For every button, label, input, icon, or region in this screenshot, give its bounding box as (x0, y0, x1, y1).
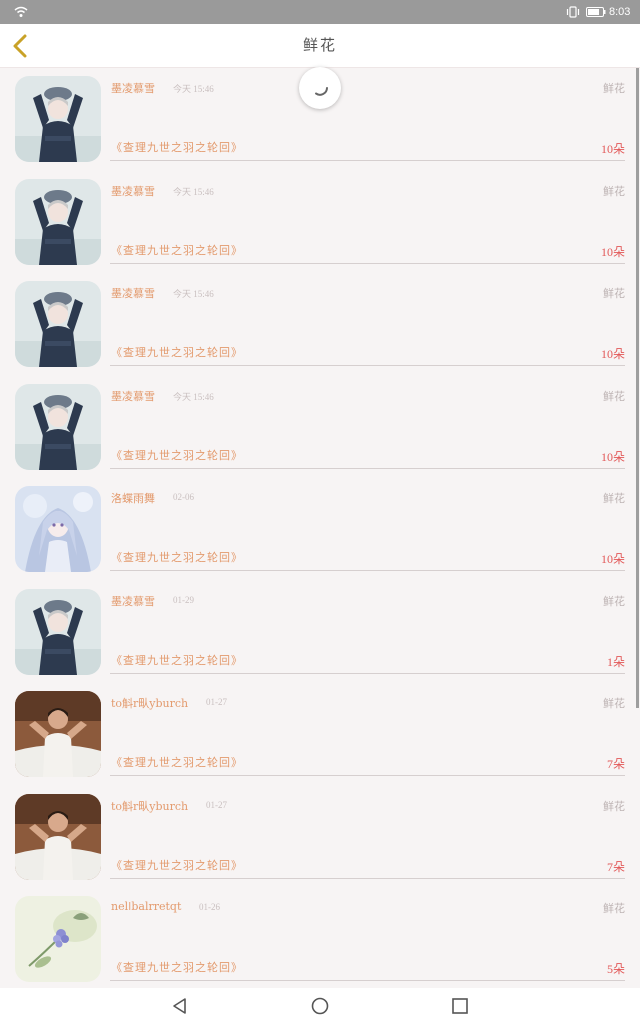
gift-time: 今天 15:46 (173, 392, 214, 402)
gift-record-row[interactable]: to斛r㽗yburch 01-27 鲜花《查理九世之羽之轮回》 7朵 (0, 683, 640, 785)
gift-time: 今天 15:46 (173, 84, 214, 94)
username[interactable]: 墨凌慕雪 (111, 183, 155, 199)
clock: 8:03 (609, 6, 631, 18)
book-title[interactable]: 《查理九世之羽之轮回》 (111, 447, 243, 463)
book-title[interactable]: 《查理九世之羽之轮回》 (111, 959, 243, 975)
flower-count: 10朵 (600, 142, 625, 156)
gift-record-row[interactable]: 洛蝶雨舞 02-06 鲜花《查理九世之羽之轮回》 10朵 (0, 478, 640, 580)
gift-record-row[interactable]: 墨凌慕雪 01-29 鲜花《查理九世之羽之轮回》 1朵 (0, 581, 640, 683)
flower-count: 7朵 (606, 757, 625, 771)
flower-count: 10朵 (600, 450, 625, 464)
loading-spinner (299, 67, 341, 109)
flower-count: 10朵 (600, 245, 625, 259)
gift-time: 今天 15:46 (173, 289, 214, 299)
gift-time: 今天 15:46 (173, 187, 214, 197)
gift-type-label: 鲜花 (603, 185, 625, 198)
gift-record-row[interactable]: nelǀbalrretqt 01-26 鲜花《查理九世之羽之轮回》 5朵 (0, 888, 640, 988)
username[interactable]: nelǀbalrretqt (111, 900, 181, 913)
gift-type-label: 鲜花 (603, 902, 625, 915)
gift-time: 01-26 (199, 902, 220, 912)
gift-record-row[interactable]: 墨凌慕雪 今天 15:46 鲜花《查理九世之羽之轮回》 10朵 (0, 376, 640, 478)
username[interactable]: 墨凌慕雪 (111, 593, 155, 609)
gift-time: 01-29 (173, 595, 194, 605)
gift-record-row[interactable]: 墨凌慕雪 今天 15:46 鲜花《查理九世之羽之轮回》 10朵 (0, 273, 640, 375)
scrollbar[interactable] (636, 68, 639, 708)
row-divider (110, 673, 625, 674)
battery-icon (586, 7, 606, 17)
row-divider (110, 263, 625, 264)
flower-count: 10朵 (600, 347, 625, 361)
book-title[interactable]: 《查理九世之羽之轮回》 (111, 242, 243, 258)
avatar[interactable] (15, 794, 101, 880)
gift-record-row[interactable]: to斛r㽗yburch 01-27 鲜花《查理九世之羽之轮回》 7朵 (0, 786, 640, 888)
row-divider (110, 365, 625, 366)
book-title[interactable]: 《查理九世之羽之轮回》 (111, 344, 243, 360)
gift-type-label: 鲜花 (603, 390, 625, 403)
username[interactable]: 洛蝶雨舞 (111, 490, 155, 506)
avatar[interactable] (15, 896, 101, 982)
gift-record-list[interactable]: 墨凌慕雪 今天 15:46 鲜花 《查理九世之羽之轮回》 10朵 墨凌慕雪 今天 15:46… (0, 68, 640, 988)
recents-square-icon[interactable] (450, 996, 470, 1016)
book-title[interactable]: 《查理九世之羽之轮回》 (111, 549, 243, 565)
avatar[interactable] (15, 179, 101, 265)
status-bar: 8:03 (0, 0, 640, 24)
row-divider (110, 160, 625, 161)
username[interactable]: to斛r㽗yburch (111, 798, 188, 814)
wifi-icon (14, 6, 28, 17)
avatar[interactable] (15, 486, 101, 572)
spinner-arc-icon (315, 87, 328, 96)
username[interactable]: 墨凌慕雪 (111, 388, 155, 404)
gift-type-label: 鲜花 (603, 492, 625, 505)
row-divider (110, 980, 625, 981)
row-divider (110, 878, 625, 879)
avatar[interactable] (15, 76, 101, 162)
flower-count: 5朵 (606, 962, 625, 976)
flower-count: 7朵 (606, 860, 625, 874)
row-divider (110, 775, 625, 776)
book-title[interactable]: 《查理九世之羽之轮回》 (111, 754, 243, 770)
avatar[interactable] (15, 281, 101, 367)
vibrate-icon (566, 6, 580, 18)
page-title: 鲜花 (302, 36, 337, 54)
avatar[interactable] (15, 384, 101, 470)
username[interactable]: 墨凌慕雪 (111, 285, 155, 301)
gift-time: 02-06 (173, 492, 194, 502)
back-triangle-icon[interactable] (170, 996, 190, 1016)
gift-type-label: 鲜花 (603, 697, 625, 710)
flower-count: 10朵 (600, 552, 625, 566)
gift-time: 01-27 (206, 697, 227, 707)
flower-count: 1朵 (606, 655, 625, 669)
avatar[interactable] (15, 691, 101, 777)
username[interactable]: 墨凌慕雪 (111, 80, 155, 96)
gift-time: 01-27 (206, 800, 227, 810)
row-divider (110, 570, 625, 571)
title-bar: 鲜花 (0, 24, 640, 68)
book-title[interactable]: 《查理九世之羽之轮回》 (111, 857, 243, 873)
gift-type-label: 鲜花 (603, 287, 625, 300)
home-circle-icon[interactable] (310, 996, 330, 1016)
gift-type-label: 鲜花 (603, 595, 625, 608)
book-title[interactable]: 《查理九世之羽之轮回》 (111, 652, 243, 668)
row-divider (110, 468, 625, 469)
gift-type-label: 鲜花 (603, 800, 625, 813)
system-nav-bar (0, 988, 640, 1024)
username[interactable]: to斛r㽗yburch (111, 695, 188, 711)
avatar[interactable] (15, 589, 101, 675)
book-title[interactable]: 《查理九世之羽之轮回》 (111, 139, 243, 155)
gift-type-label: 鲜花 (603, 82, 625, 95)
gift-record-row[interactable]: 墨凌慕雪 今天 15:46 鲜花《查理九世之羽之轮回》 10朵 (0, 171, 640, 273)
